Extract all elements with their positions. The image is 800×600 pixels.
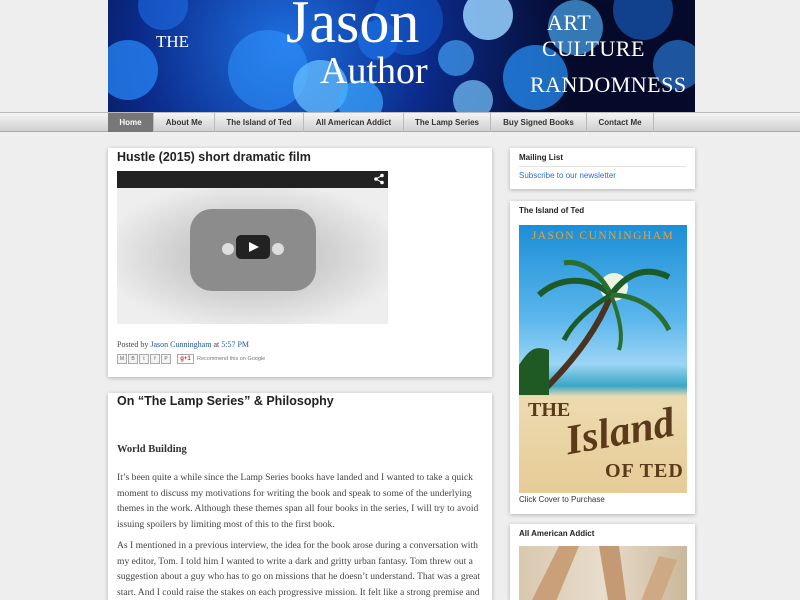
- divider: [519, 166, 686, 167]
- cover-title-island: Island: [561, 399, 678, 465]
- share-buttons: M B t f P g+1 Recommend this on Google: [117, 354, 265, 364]
- mailing-list-widget: Mailing List Subscribe to our newsletter: [510, 148, 695, 189]
- video-placeholder-dot: [222, 243, 234, 255]
- book-cover-image[interactable]: JASON CUNNINGHAM THE Island OF TED: [519, 225, 687, 493]
- cover-author: JASON CUNNINGHAM: [531, 230, 675, 242]
- nav-tab-lamp-series[interactable]: The Lamp Series: [404, 113, 491, 132]
- banner-tagline-randomness: RANDOMNESS: [530, 72, 687, 97]
- nav-tab-island-of-ted[interactable]: The Island of Ted: [215, 113, 304, 132]
- posted-by-label: Posted by: [117, 340, 149, 349]
- play-button[interactable]: [236, 235, 270, 259]
- bokeh-light: [138, 0, 188, 30]
- video-title-bar: [117, 171, 388, 188]
- book-cover-image[interactable]: [519, 546, 687, 600]
- banner-tagline-art: ART: [547, 10, 592, 35]
- play-icon: [249, 242, 259, 252]
- palm-tree-icon: [519, 259, 672, 395]
- blog-share-icon[interactable]: B: [128, 354, 138, 364]
- at-label: at: [213, 340, 220, 349]
- video-placeholder-dot: [272, 243, 284, 255]
- post-paragraph: As I mentioned in a previous interview, …: [117, 540, 481, 598]
- purchase-caption: Click Cover to Purchase: [519, 495, 605, 504]
- bokeh-light: [463, 0, 513, 40]
- section-heading: World Building: [117, 444, 187, 455]
- all-american-addict-widget: All American Addict: [510, 524, 695, 600]
- post-card-hustle: Hustle (2015) short dramatic film Posted…: [108, 148, 492, 377]
- cover-title-of-ted: OF TED: [605, 460, 684, 482]
- widget-title: Mailing List: [519, 153, 563, 162]
- post-byline: Posted by Jason Cunningham at 5:57 PM: [117, 340, 249, 349]
- post-paragraph: It’s been quite a while since the Lamp S…: [117, 472, 479, 530]
- cover-title-the: THE: [528, 399, 571, 421]
- nav-tab-all-american-addict[interactable]: All American Addict: [304, 113, 404, 132]
- bokeh-light: [613, 0, 673, 40]
- bokeh-light: [453, 80, 493, 112]
- recommend-label: Recommend this on Google: [197, 356, 266, 362]
- banner-name: Jason: [286, 0, 420, 55]
- facebook-share-icon[interactable]: f: [150, 354, 160, 364]
- bokeh-light: [438, 40, 474, 76]
- post-title[interactable]: On “The Lamp Series” & Philosophy: [117, 394, 334, 408]
- widget-title: All American Addict: [519, 529, 595, 538]
- subscribe-link[interactable]: Subscribe to our newsletter: [519, 171, 616, 180]
- share-icon[interactable]: [373, 173, 385, 185]
- google-plus-one-button[interactable]: g+1: [177, 354, 194, 364]
- banner-role: Author: [320, 50, 428, 92]
- nav-tab-home[interactable]: Home: [108, 113, 154, 132]
- post-author-link[interactable]: Jason Cunningham: [150, 340, 211, 349]
- pinterest-share-icon[interactable]: P: [161, 354, 171, 364]
- post-card-lamp-series: On “The Lamp Series” & Philosophy World …: [108, 393, 492, 600]
- nav-tabs: Home About Me The Island of Ted All Amer…: [108, 113, 654, 132]
- nav-tab-contact-me[interactable]: Contact Me: [587, 113, 654, 132]
- email-share-icon[interactable]: M: [117, 354, 127, 364]
- bokeh-light: [108, 40, 158, 100]
- arms-image: [532, 546, 677, 600]
- nav-tab-about-me[interactable]: About Me: [154, 113, 215, 132]
- header-banner[interactable]: THE Jason Author ART CULTURE RANDOMNESS: [108, 0, 695, 112]
- banner-tagline-culture: CULTURE: [542, 36, 645, 61]
- video-player[interactable]: [117, 171, 388, 324]
- banner-the: THE: [156, 32, 190, 51]
- post-title[interactable]: Hustle (2015) short dramatic film: [117, 150, 311, 164]
- island-of-ted-widget: The Island of Ted JASON CUNNINGHAM THE I…: [510, 201, 695, 514]
- nav-tab-buy-signed-books[interactable]: Buy Signed Books: [491, 113, 587, 132]
- navigation-bar: Home About Me The Island of Ted All Amer…: [0, 112, 800, 132]
- widget-title: The Island of Ted: [519, 206, 585, 215]
- twitter-share-icon[interactable]: t: [139, 354, 149, 364]
- post-time-link[interactable]: 5:57 PM: [221, 340, 249, 349]
